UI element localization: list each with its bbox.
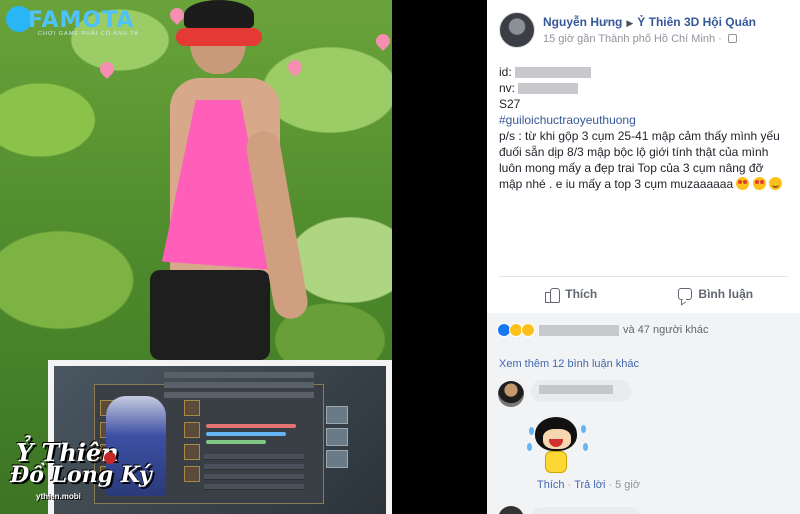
comment-bubble	[531, 380, 631, 402]
famota-tagline: CHƠI GAME PHẢI CÓ ANH TA	[38, 31, 139, 37]
game-logo-site: ythien.mobi	[36, 492, 81, 501]
post-line-hashtag: #guiloichuctraoyeuthuong	[499, 112, 789, 128]
reactions-others-text: và 47 người khác	[623, 324, 709, 336]
post-line-nv: nv:	[499, 80, 789, 96]
comment-time[interactable]: 5 giờ	[615, 479, 640, 491]
comment-bubble	[531, 507, 641, 514]
post-line-id: id:	[499, 64, 789, 80]
game-logo-line2: Đồ Long Ký	[10, 462, 152, 488]
post-line-server: S27	[499, 96, 789, 112]
group-name-link[interactable]: Ỷ Thiên 3D Hội Quán	[637, 15, 756, 29]
arrow-right-icon: ▶	[626, 18, 634, 28]
comments-area: và 47 người khác Xem thêm 12 bình luận k…	[487, 313, 800, 514]
heart-eyes-emoji-icon	[752, 177, 766, 190]
post-meta: 15 giờ gần Thành phố Hồ Chí Minh ·	[543, 33, 737, 45]
redacted-id	[514, 66, 591, 78]
nv-label: nv:	[499, 81, 516, 95]
smile-emoji-icon	[769, 177, 783, 190]
redacted-commenter-name	[539, 385, 613, 394]
id-label: id:	[499, 65, 512, 79]
person-figure	[140, 0, 330, 360]
commenter-avatar[interactable]	[498, 506, 524, 514]
wow-reaction-icon	[521, 323, 535, 337]
author-name-link[interactable]: Nguyễn Hưng	[543, 15, 622, 29]
hashtag-link[interactable]: #guiloichuctraoyeuthuong	[499, 112, 636, 128]
server-text: S27	[499, 97, 521, 111]
author-line: Nguyễn Hưng ▶ Ỷ Thiên 3D Hội Quán	[543, 15, 756, 29]
like-button[interactable]: Thích	[499, 278, 644, 310]
crying-sticker	[523, 409, 593, 479]
commenter-avatar[interactable]	[498, 381, 524, 407]
view-more-comments-link[interactable]: Xem thêm 12 bình luận khác	[499, 358, 639, 370]
comment-like-link[interactable]: Thích	[537, 479, 565, 491]
comment-button-label: Bình luận	[698, 287, 754, 301]
photo-pane[interactable]: FAMOTA CHƠI GAME PHẢI CÓ ANH TA Ỷ Thiên …	[0, 0, 487, 514]
famota-watermark: FAMOTA CHƠI GAME PHẢI CÓ ANH TA	[6, 4, 146, 40]
post-panel: Nguyễn Hưng ▶ Ỷ Thiên 3D Hội Quán 15 giờ g…	[487, 0, 800, 514]
heart-eyes-emoji-icon	[736, 177, 750, 190]
reactions-summary[interactable]: và 47 người khác	[497, 321, 709, 339]
group-privacy-icon	[727, 34, 737, 43]
comment-reply-link[interactable]: Trả lời	[574, 479, 605, 491]
divider	[499, 276, 788, 277]
comment-bubble-icon	[678, 288, 693, 300]
post-actions-bar: Thích Bình luận	[499, 278, 788, 310]
redacted-reactor-name	[539, 324, 619, 336]
author-avatar[interactable]	[499, 12, 535, 48]
post-text: p/s : từ khi gộp 3 cụm 25-41 mập cảm thấ…	[499, 128, 789, 192]
post-timestamp[interactable]: 15 giờ gần Thành phố Hồ Chí Minh ·	[543, 33, 725, 45]
thumbs-up-icon	[545, 287, 561, 303]
post-header: Nguyễn Hưng ▶ Ỷ Thiên 3D Hội Quán 15 giờ g…	[499, 12, 799, 52]
post-body: id: nv: S27 #guiloichuctraoyeuthuong p/s…	[499, 64, 789, 192]
redacted-nv	[518, 82, 579, 94]
like-button-label: Thích	[565, 287, 598, 301]
ythien-game-logo: Ỷ Thiên Đồ Long Ký ythien.mobi	[4, 438, 152, 508]
famota-brand-text: FAMOTA	[28, 8, 135, 33]
comment-actions: Thích · Trả lời · 5 giờ	[537, 479, 641, 491]
photo-viewer: FAMOTA CHƠI GAME PHẢI CÓ ANH TA Ỷ Thiên …	[0, 0, 800, 514]
comment-button[interactable]: Bình luận	[644, 278, 789, 310]
